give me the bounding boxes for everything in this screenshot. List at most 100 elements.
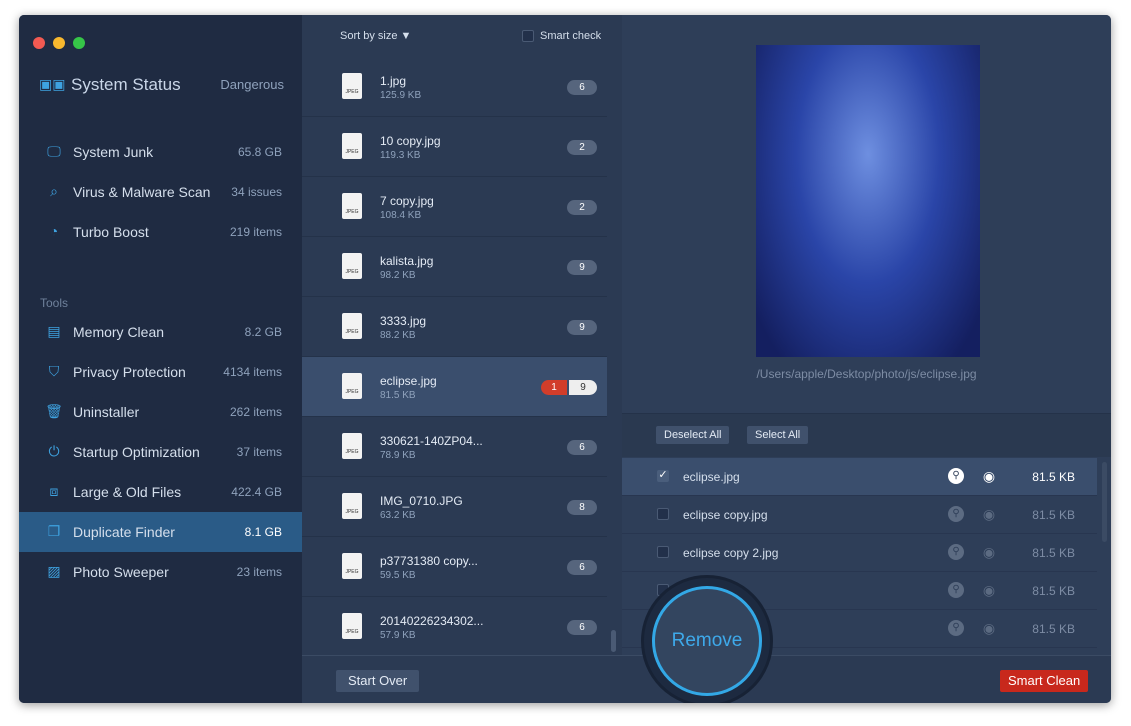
file-name: eclipse copy 2.jpg xyxy=(683,546,779,560)
smart-clean-button[interactable]: Smart Clean xyxy=(1000,670,1089,692)
eye-icon[interactable]: ◉ xyxy=(979,544,999,560)
list-item[interactable]: JPEG 3333.jpg 88.2 KB 9 xyxy=(302,297,607,357)
duplicate-file-row[interactable]: ✓ eclipse.jpg ⚲ ◉ 81.5 KB xyxy=(622,458,1097,496)
sidebar-item-privacy-protection[interactable]: ⛉ Privacy Protection 4134 items xyxy=(19,352,302,392)
select-all-button[interactable]: Select All xyxy=(747,426,809,444)
deselect-all-button[interactable]: Deselect All xyxy=(656,426,730,444)
list-item[interactable]: JPEG IMG_0710.JPG 63.2 KB 8 xyxy=(302,477,607,537)
smart-check-checkbox[interactable] xyxy=(522,30,534,43)
sidebar-item-large-old-files[interactable]: ⧈ Large & Old Files 422.4 GB xyxy=(19,472,302,512)
sidebar-item-value: 4134 items xyxy=(223,365,282,379)
shield-icon: ⛉ xyxy=(48,363,60,379)
system-status[interactable]: ▣▣ System Status Dangerous xyxy=(39,73,284,97)
sidebar-item-memory-clean[interactable]: ▤ Memory Clean 8.2 GB xyxy=(19,312,302,352)
list-item[interactable]: JPEG p37731380 copy... 59.5 KB 6 xyxy=(302,537,607,597)
jpeg-file-icon: JPEG xyxy=(342,613,362,639)
list-item[interactable]: JPEG eclipse.jpg 81.5 KB 1 9 xyxy=(302,357,607,417)
sidebar-item-photo-sweeper[interactable]: ▨ Photo Sweeper 23 items xyxy=(19,552,302,592)
file-checkbox[interactable] xyxy=(657,546,669,558)
list-item[interactable]: JPEG 20140226234302... 57.9 KB 6 xyxy=(302,597,607,657)
eye-icon[interactable]: ◉ xyxy=(979,506,999,522)
sidebar-item-uninstaller[interactable]: 🗑 Uninstaller 262 items xyxy=(19,392,302,432)
duplicate-count-badge: 9 xyxy=(567,320,597,335)
sidebar-item-system-junk[interactable]: 🖵 System Junk 65.8 GB xyxy=(19,132,302,172)
duplicate-list-panel: Sort by size ▼ Smart check JPEG 1.jpg 125.… xyxy=(302,15,622,657)
sidebar-item-duplicate-finder[interactable]: ❐ Duplicate Finder 8.1 GB xyxy=(19,512,302,552)
file-size: 98.2 KB xyxy=(380,270,416,281)
sidebar-item-turbo-boost[interactable]: ◔ Turbo Boost 219 items xyxy=(19,212,302,252)
image-preview xyxy=(756,45,980,357)
file-name: eclipse.jpg xyxy=(380,374,437,388)
sidebar-item-value: 65.8 GB xyxy=(237,145,282,159)
sort-dropdown[interactable]: Sort by size ▼ xyxy=(340,30,411,42)
file-size: 59.5 KB xyxy=(380,570,416,581)
file-size: 57.9 KB xyxy=(380,630,416,641)
sidebar-item-value: 219 items xyxy=(229,225,282,239)
duplicate-count-badge: 6 xyxy=(567,560,597,575)
sidebar-item-label: Startup Optimization xyxy=(73,444,200,460)
file-name: 7 copy.jpg xyxy=(380,194,434,208)
system-status-icon: ▣▣ xyxy=(39,76,66,92)
file-size: 81.5 KB xyxy=(1032,470,1075,484)
jpeg-file-icon: JPEG xyxy=(342,253,362,279)
reveal-in-finder-icon[interactable]: ⚲ xyxy=(948,468,964,484)
sidebar-item-label: System Junk xyxy=(73,144,154,160)
remove-label: Remove xyxy=(652,586,762,696)
detail-scrollbar[interactable] xyxy=(1102,462,1107,542)
duplicate-file-row[interactable]: eclipse copy.jpg ⚲ ◉ 81.5 KB xyxy=(622,496,1097,534)
list-item[interactable]: JPEG 1.jpg 125.9 KB 6 xyxy=(302,57,607,117)
file-size: 63.2 KB xyxy=(380,510,416,521)
monitor-icon: 🖵 xyxy=(47,143,61,159)
eye-icon[interactable]: ◉ xyxy=(979,468,999,484)
file-checkbox[interactable]: ✓ xyxy=(657,470,669,482)
selected-count-badge: 1 xyxy=(541,380,567,395)
sidebar-item-label: Duplicate Finder xyxy=(73,524,175,540)
jpeg-file-icon: JPEG xyxy=(342,313,362,339)
duplicate-file-row[interactable]: eclipse copy 2.jpg ⚲ ◉ 81.5 KB xyxy=(622,534,1097,572)
power-icon: ⏻ xyxy=(48,443,60,459)
reveal-in-finder-icon[interactable]: ⚲ xyxy=(948,544,964,560)
sidebar-item-virus-malware-scan[interactable]: ⌕ Virus & Malware Scan 34 issues xyxy=(19,172,302,212)
reveal-in-finder-icon[interactable]: ⚲ xyxy=(948,620,964,636)
close-button[interactable] xyxy=(33,37,45,49)
file-size: 125.9 KB xyxy=(380,90,422,101)
list-item[interactable]: JPEG 10 copy.jpg 119.3 KB 2 xyxy=(302,117,607,177)
list-item[interactable]: JPEG 7 copy.jpg 108.4 KB 2 xyxy=(302,177,607,237)
remove-button[interactable]: Remove xyxy=(641,575,773,703)
file-checkbox[interactable] xyxy=(657,508,669,520)
sidebar-item-value: 37 items xyxy=(236,445,282,459)
sidebar-item-value: 8.1 GB xyxy=(244,525,282,539)
file-name: eclipse copy.jpg xyxy=(683,508,768,522)
jpeg-file-icon: JPEG xyxy=(342,193,362,219)
jpeg-file-icon: JPEG xyxy=(342,133,362,159)
file-name: 1.jpg xyxy=(380,74,407,88)
duplicate-count-badge: 9 xyxy=(567,260,597,275)
jpeg-file-icon: JPEG xyxy=(342,493,362,519)
zoom-button[interactable] xyxy=(73,37,85,49)
duplicate-count-badge: 6 xyxy=(567,80,597,95)
sidebar-item-label: Large & Old Files xyxy=(73,484,182,500)
list-item[interactable]: JPEG 330621-140ZP04... 78.9 KB 6 xyxy=(302,417,607,477)
file-name: kalista.jpg xyxy=(380,254,434,268)
minimize-button[interactable] xyxy=(53,37,65,49)
start-over-button[interactable]: Start Over xyxy=(336,670,420,692)
status-title: System Status xyxy=(71,75,181,94)
memory-icon: ▤ xyxy=(47,323,61,339)
eye-icon[interactable]: ◉ xyxy=(979,620,999,636)
file-name: IMG_0710.JPG xyxy=(380,494,463,508)
duplicate-count-badge: 6 xyxy=(567,440,597,455)
list-scrollbar[interactable] xyxy=(611,630,616,652)
list-item[interactable]: JPEG kalista.jpg 98.2 KB 9 xyxy=(302,237,607,297)
reveal-in-finder-icon[interactable]: ⚲ xyxy=(948,582,964,598)
file-path: /Users/apple/Desktop/photo/js/eclipse.jp… xyxy=(756,367,977,381)
reveal-in-finder-icon[interactable]: ⚲ xyxy=(948,506,964,522)
file-name: 20140226234302... xyxy=(380,614,484,628)
box-icon: ⧈ xyxy=(49,483,59,499)
eye-icon[interactable]: ◉ xyxy=(979,582,999,598)
sidebar-item-label: Memory Clean xyxy=(73,324,165,340)
sidebar-item-startup-optimization[interactable]: ⏻ Startup Optimization 37 items xyxy=(19,432,302,472)
file-name: 330621-140ZP04... xyxy=(380,434,483,448)
file-name: p37731380 copy... xyxy=(380,554,478,568)
smart-check[interactable]: Smart check xyxy=(522,30,601,43)
sidebar-item-label: Uninstaller xyxy=(73,404,140,420)
